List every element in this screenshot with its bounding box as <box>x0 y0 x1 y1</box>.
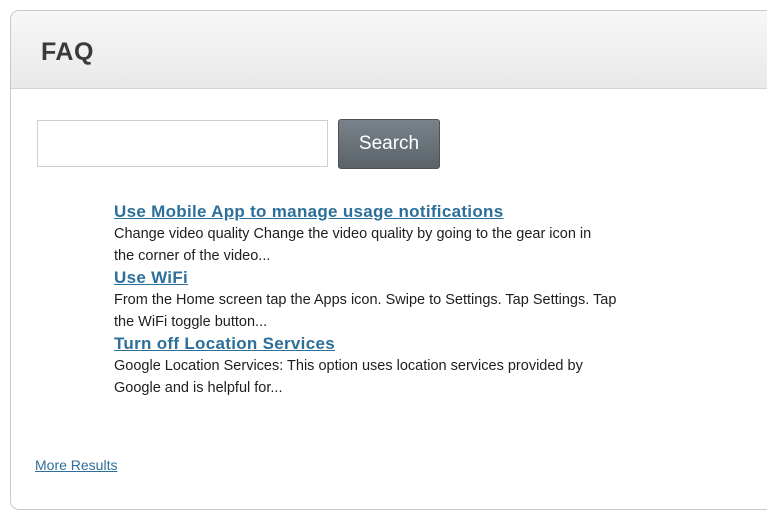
faq-title: FAQ <box>41 38 94 66</box>
faq-result-snippet: From the Home screen tap the Apps icon. … <box>114 292 617 330</box>
faq-result-link-mobile-app[interactable]: Use Mobile App to manage usage notificat… <box>114 201 767 223</box>
faq-panel: FAQ Search Use Mobile App to manage usag… <box>10 10 767 510</box>
faq-result-item: Use Mobile App to manage usage notificat… <box>114 201 767 267</box>
faq-result-snippet: Change video quality Change the video qu… <box>114 226 592 264</box>
faq-header: FAQ <box>11 11 767 89</box>
faq-result-link-use-wifi[interactable]: Use WiFi <box>114 267 767 289</box>
faq-result-snippet: Google Location Services: This option us… <box>114 358 583 396</box>
faq-result-item: Turn off Location Services Google Locati… <box>114 333 767 399</box>
faq-search-input[interactable] <box>37 120 328 167</box>
faq-result-link-location-services[interactable]: Turn off Location Services <box>114 333 767 355</box>
faq-results-list: Use Mobile App to manage usage notificat… <box>114 201 767 399</box>
faq-result-item: Use WiFi From the Home screen tap the Ap… <box>114 267 767 333</box>
search-button[interactable]: Search <box>338 119 440 169</box>
more-results-link[interactable]: More Results <box>35 457 117 473</box>
